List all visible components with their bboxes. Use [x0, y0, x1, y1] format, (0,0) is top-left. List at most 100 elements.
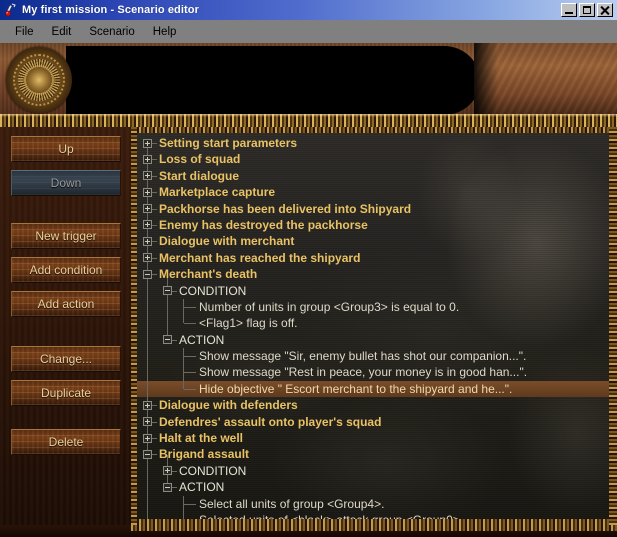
collapse-icon[interactable]	[163, 286, 172, 296]
tree-row-label: CONDITION	[179, 463, 247, 478]
tree-row-label: Merchant has reached the shipyard	[159, 250, 361, 265]
expand-icon[interactable]	[143, 220, 152, 230]
close-button[interactable]	[597, 3, 613, 17]
tree-row-item[interactable]: Show message "Rest in peace, your money …	[137, 364, 609, 382]
tree-row-label: Selected units of <black> attack group <…	[137, 512, 463, 519]
tree-row-label: Enemy has destroyed the packhorse	[159, 217, 368, 232]
collapse-icon[interactable]	[143, 449, 152, 459]
ornament-medallion-icon	[6, 47, 72, 113]
trigger-tree-rows: Setting start parameters Loss of squad Sta…	[137, 135, 609, 519]
banner-dark-panel	[66, 46, 436, 115]
expand-icon[interactable]	[143, 400, 152, 410]
tree-row-trigger[interactable]: Start dialogue	[137, 168, 609, 184]
trigger-tree[interactable]: Setting start parameters Loss of squad Sta…	[137, 133, 609, 519]
expand-icon[interactable]	[143, 417, 152, 427]
tree-row-label: Marketplace capture	[159, 185, 276, 200]
tree-row-label: Start dialogue	[159, 168, 240, 183]
tree-row-trigger[interactable]: Marketplace capture	[137, 184, 609, 200]
medallion-rays	[18, 59, 60, 101]
tree-row-item[interactable]: Selected units of <black> attack group <…	[137, 511, 609, 519]
banner-dark-panel-round	[420, 46, 480, 115]
tree-row-trigger[interactable]: Dialogue with merchant	[137, 233, 609, 249]
tree-row-label: Merchant's death	[159, 267, 258, 282]
tree-row-group[interactable]: ACTION	[137, 332, 609, 348]
expand-icon[interactable]	[163, 466, 172, 476]
expand-icon[interactable]	[143, 236, 152, 246]
add-condition-button[interactable]: Add condition	[11, 257, 121, 283]
expand-icon[interactable]	[143, 433, 152, 443]
menu-item-scenario[interactable]: Scenario	[80, 24, 143, 40]
tree-row-label: Dialogue with merchant	[159, 234, 295, 249]
tree-row-label: Show message "Rest in peace, your money …	[199, 365, 528, 380]
tree-row-trigger[interactable]: Enemy has destroyed the packhorse	[137, 217, 609, 233]
menu-item-file[interactable]: File	[6, 24, 43, 40]
tree-row-trigger[interactable]: Brigand assault	[137, 446, 609, 462]
tree-row-label: Show message "Sir, enemy bullet has shot…	[199, 349, 527, 364]
tree-row-item[interactable]: Hide objective " Escort merchant to the …	[137, 380, 609, 398]
expand-icon[interactable]	[143, 138, 152, 148]
tree-row-trigger[interactable]: Setting start parameters	[137, 135, 609, 151]
tree-row-label: Number of units in group <Group3> is equ…	[199, 299, 460, 314]
duplicate-button[interactable]: Duplicate	[11, 380, 121, 406]
tree-row-trigger[interactable]: Defendres' assault onto player's squad	[137, 414, 609, 430]
tree-row-label: <Flag1> flag is off.	[199, 316, 298, 331]
menu-bar: File Edit Scenario Help	[0, 20, 617, 43]
tree-row-label: Dialogue with defenders	[159, 398, 298, 413]
collapse-icon[interactable]	[163, 335, 172, 345]
bottom-ornament	[131, 525, 617, 531]
tree-row-label: Halt at the well	[159, 431, 244, 446]
tree-row-label: ACTION	[179, 480, 225, 495]
title-bar: My first mission - Scenario editor	[0, 0, 617, 20]
tree-row-group[interactable]: CONDITION	[137, 463, 609, 479]
sidebar-button-panel: Up Down New trigger Add condition Add ac…	[0, 127, 131, 525]
frame-ornament-right	[609, 127, 617, 525]
tree-row-item[interactable]: Number of units in group <Group3> is equ…	[137, 298, 609, 316]
window-title: My first mission - Scenario editor	[22, 4, 199, 16]
decorative-banner	[0, 43, 617, 118]
expand-icon[interactable]	[143, 187, 152, 197]
tree-row-group[interactable]: ACTION	[137, 479, 609, 495]
minimize-button[interactable]	[561, 3, 577, 17]
delete-button[interactable]: Delete	[11, 429, 121, 455]
trigger-tree-frame: Setting start parameters Loss of squad Sta…	[131, 127, 617, 525]
expand-icon[interactable]	[143, 204, 152, 214]
up-button[interactable]: Up	[11, 136, 121, 162]
collapse-icon[interactable]	[163, 482, 172, 492]
ornament-bead-strip	[0, 114, 617, 127]
app-icon	[3, 2, 19, 18]
tree-row-trigger[interactable]: Halt at the well	[137, 430, 609, 446]
tree-row-label: CONDITION	[179, 283, 247, 298]
change-button[interactable]: Change...	[11, 346, 121, 372]
tree-row-item[interactable]: Select all units of group <Group4>.	[137, 495, 609, 513]
window-controls	[561, 3, 617, 17]
tree-row-label: Packhorse has been delivered into Shipya…	[159, 201, 412, 216]
banner-shadow	[474, 43, 498, 118]
tree-row-trigger[interactable]: Loss of squad	[137, 151, 609, 167]
tree-row-trigger[interactable]: Dialogue with defenders	[137, 397, 609, 413]
tree-row-label: Select all units of group <Group4>.	[199, 496, 385, 511]
tree-row-label: Loss of squad	[159, 152, 241, 167]
expand-icon[interactable]	[143, 171, 152, 181]
tree-row-label: Hide objective " Escort merchant to the …	[199, 381, 513, 396]
tree-row-item[interactable]: Show message "Sir, enemy bullet has shot…	[137, 348, 609, 366]
tree-row-item[interactable]: <Flag1> flag is off.	[137, 315, 609, 331]
tree-row-label: ACTION	[179, 332, 225, 347]
down-button[interactable]: Down	[11, 170, 121, 196]
add-action-button[interactable]: Add action	[11, 291, 121, 317]
expand-icon[interactable]	[143, 154, 152, 164]
tree-row-label: Defendres' assault onto player's squad	[159, 414, 382, 429]
tree-row-trigger[interactable]: Merchant's death	[137, 266, 609, 282]
menu-item-edit[interactable]: Edit	[43, 24, 81, 40]
tree-row-trigger[interactable]: Merchant has reached the shipyard	[137, 250, 609, 266]
collapse-icon[interactable]	[143, 269, 152, 279]
maximize-button[interactable]	[579, 3, 595, 17]
tree-row-trigger[interactable]: Packhorse has been delivered into Shipya…	[137, 201, 609, 217]
menu-item-help[interactable]: Help	[144, 24, 186, 40]
scenario-editor-window: My first mission - Scenario editor File …	[0, 0, 617, 537]
new-trigger-button[interactable]: New trigger	[11, 223, 121, 249]
tree-row-label: Setting start parameters	[159, 136, 298, 150]
tree-row-label: Brigand assault	[159, 447, 250, 462]
tree-row-group[interactable]: CONDITION	[137, 283, 609, 299]
bottom-strip	[0, 525, 617, 537]
expand-icon[interactable]	[143, 253, 152, 263]
